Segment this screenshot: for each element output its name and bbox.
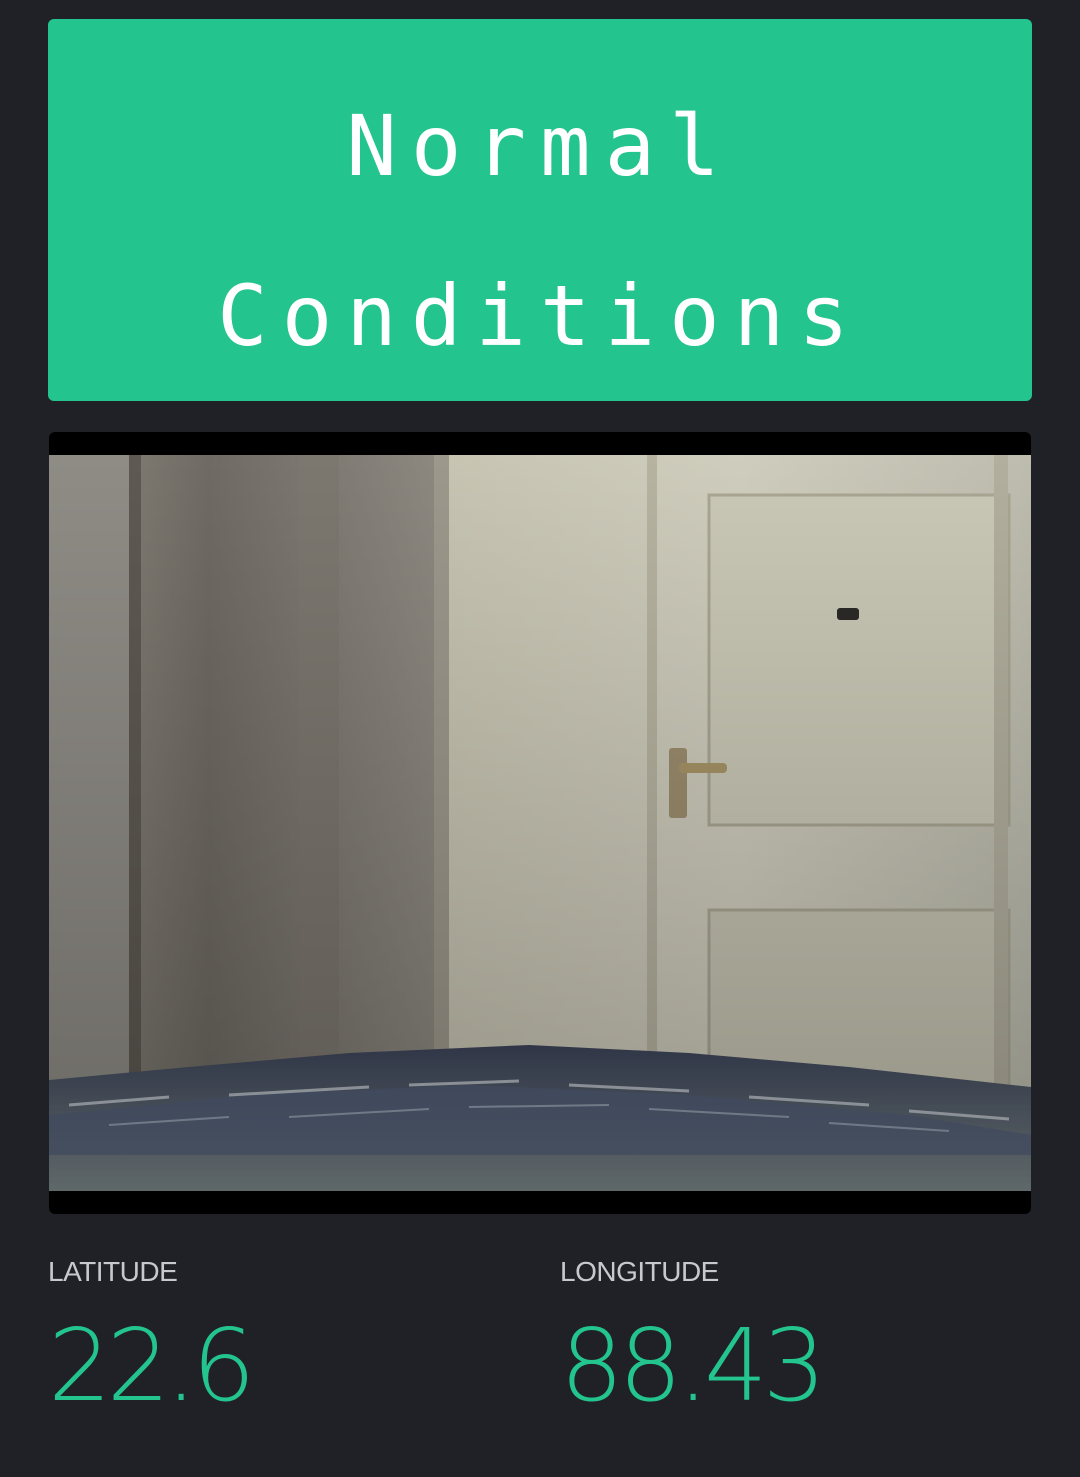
lcd-line-1: Normal	[346, 97, 734, 195]
longitude-label: LONGITUDE	[560, 1256, 719, 1287]
latitude-display: LATITUDE 22.6	[48, 1255, 468, 1421]
lcd-line-2: Conditions	[217, 267, 863, 365]
latitude-label: LATITUDE	[48, 1256, 178, 1287]
longitude-display: LONGITUDE 88.43	[560, 1255, 980, 1421]
video-stream-widget[interactable]	[49, 432, 1031, 1214]
camera-frame-image	[49, 455, 1031, 1191]
longitude-value: 88.43	[560, 1307, 826, 1424]
latitude-value: 22.6	[48, 1307, 256, 1424]
lcd-display-widget: Normal Conditions	[48, 19, 1032, 401]
